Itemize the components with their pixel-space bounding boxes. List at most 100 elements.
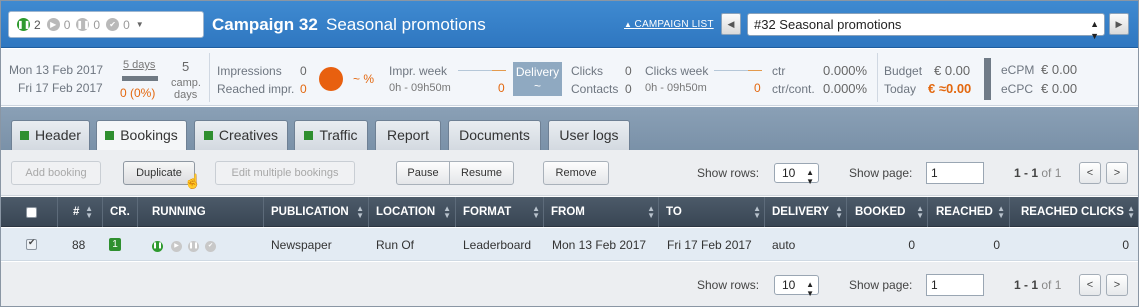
page-info: 1 - 1 of 1 bbox=[1014, 166, 1061, 180]
hand-cursor-icon: ☝ bbox=[184, 173, 202, 189]
page-total: 1 bbox=[1054, 278, 1062, 292]
column-header-label: FROM bbox=[551, 206, 585, 218]
running-pause-icon[interactable]: ❚❚ bbox=[152, 241, 163, 252]
ecpm-label: eCPM bbox=[1001, 63, 1035, 77]
camp-days-value: 5 bbox=[182, 59, 190, 74]
campaign-select[interactable]: #32 Seasonal promotions ▲ ▼ bbox=[747, 13, 1105, 41]
camp-days-label-2: days bbox=[174, 89, 198, 101]
page-total: 1 bbox=[1054, 166, 1062, 180]
edit-multiple-bookings-button[interactable]: Edit multiple bookings bbox=[215, 161, 355, 185]
impr-week-value: 0 bbox=[498, 81, 505, 95]
remove-button[interactable]: Remove bbox=[543, 161, 609, 185]
tab-user-logs[interactable]: User logs bbox=[548, 120, 630, 150]
ctr-value: 0.000% bbox=[823, 63, 868, 78]
campaign-list-link[interactable]: ▲ CAMPAIGN LIST bbox=[624, 19, 714, 30]
status-summary[interactable]: ❚❚ 2 ▶ 0 ❚❚ 0 ✔ 0 ▼ bbox=[8, 11, 204, 38]
page-number-input[interactable]: 1 bbox=[926, 162, 984, 184]
days-label: 5 days bbox=[123, 59, 156, 71]
running-count: 2 bbox=[34, 17, 41, 32]
rows-per-page-select[interactable]: 10 ▲ ▼ bbox=[774, 163, 819, 186]
row-format: Leaderboard bbox=[463, 238, 532, 252]
select-all-checkbox[interactable] bbox=[26, 207, 37, 218]
row-reached-clicks: 0 bbox=[1122, 238, 1129, 252]
column-header-publication[interactable]: PUBLICATION ▲ ▼ bbox=[263, 197, 367, 227]
campaign-list-label: CAMPAIGN LIST bbox=[634, 19, 714, 30]
impressions-pct: ~ % bbox=[353, 72, 375, 86]
campaign-window: ❚❚ 2 ▶ 0 ❚❚ 0 ✔ 0 ▼ Campaign 32 Seasonal… bbox=[0, 0, 1139, 307]
page-number-input[interactable]: 1 bbox=[926, 274, 984, 296]
column-header-reached-clicks[interactable]: REACHED CLICKS ▲ ▼ bbox=[1013, 197, 1138, 227]
tab-traffic[interactable]: Traffic bbox=[294, 120, 368, 150]
delivery-value: ~ bbox=[533, 79, 541, 93]
tab-creatives[interactable]: Creatives bbox=[194, 120, 288, 150]
status-square-icon bbox=[20, 131, 30, 140]
rows-per-page-value: 10 bbox=[782, 278, 796, 292]
ecpm-value: € 0.00 bbox=[1041, 62, 1078, 77]
page-info: 1 - 1 of 1 bbox=[1014, 278, 1061, 292]
tab-label: User logs bbox=[559, 127, 619, 143]
show-rows-label: Show rows: bbox=[697, 278, 760, 292]
paused-status-icon: ❚❚ bbox=[76, 18, 90, 31]
caret-up-icon: ▲ bbox=[624, 20, 635, 29]
sort-icon: ▲ ▼ bbox=[835, 204, 843, 220]
ecpc-value: € 0.00 bbox=[1041, 81, 1078, 96]
ctr-label: ctr bbox=[772, 64, 786, 78]
rows-per-page-value: 10 bbox=[782, 166, 796, 180]
reached-value: 0 bbox=[300, 82, 307, 96]
show-page-label: Show page: bbox=[849, 278, 913, 292]
column-header-format[interactable]: FORMAT ▲ ▼ bbox=[455, 197, 543, 227]
prev-page-button[interactable]: < bbox=[1079, 162, 1101, 184]
column-separator bbox=[1009, 197, 1010, 227]
resume-button[interactable]: Resume bbox=[449, 161, 514, 185]
paused-count: 0 bbox=[93, 17, 101, 32]
tab-report[interactable]: Report bbox=[375, 120, 441, 150]
creative-count-badge[interactable]: 1 bbox=[109, 238, 121, 251]
column-header-from[interactable]: FROM ▲ ▼ bbox=[543, 197, 658, 227]
page-subtitle: Seasonal promotions bbox=[326, 15, 486, 34]
play-icon[interactable]: ▶ bbox=[171, 241, 182, 252]
column-header-label: REACHED CLICKS bbox=[1021, 206, 1124, 218]
next-page-button[interactable]: > bbox=[1106, 274, 1128, 296]
tab-bookings[interactable]: Bookings bbox=[96, 120, 187, 151]
column-header-reached[interactable]: REACHED ▲ ▼ bbox=[928, 197, 1008, 227]
end-date: Fri 17 Feb 2017 bbox=[18, 81, 103, 95]
tab-label: Report bbox=[386, 127, 430, 143]
row-checkbox[interactable]: ✔ bbox=[26, 237, 37, 250]
tab-label: Bookings bbox=[120, 127, 178, 143]
reached-label: Reached impr. bbox=[217, 82, 295, 96]
column-header-running[interactable]: RUNNING bbox=[144, 197, 259, 227]
add-booking-button[interactable]: Add booking bbox=[11, 161, 101, 185]
pause-icon[interactable]: ❚❚ bbox=[188, 241, 199, 252]
column-header-label: TO bbox=[666, 206, 682, 218]
sort-icon: ▲ ▼ bbox=[356, 204, 364, 220]
pause-button[interactable]: Pause bbox=[396, 161, 450, 185]
rows-per-page-select[interactable]: 10 ▲ ▼ bbox=[774, 275, 819, 298]
column-separator bbox=[57, 197, 58, 227]
impr-week-label: Impr. week bbox=[389, 64, 448, 78]
tab-header[interactable]: Header bbox=[11, 120, 90, 150]
column-header-delivery[interactable]: DELIVERY ▲ ▼ bbox=[764, 197, 846, 227]
today-label: Today bbox=[884, 82, 917, 96]
next-campaign-button[interactable]: ▶ bbox=[1109, 13, 1129, 35]
column-header-booked[interactable]: BOOKED ▲ ▼ bbox=[847, 197, 927, 227]
row-from: Mon 13 Feb 2017 bbox=[552, 238, 647, 252]
prev-campaign-button[interactable]: ◀ bbox=[721, 13, 741, 35]
page-range: 1 - 1 bbox=[1014, 278, 1039, 292]
page-title: Campaign 32 bbox=[212, 15, 318, 34]
column-header-cr[interactable]: CR. bbox=[102, 197, 137, 227]
column-header-id[interactable]: # ▲ ▼ bbox=[65, 197, 103, 227]
row-reached: 0 bbox=[993, 238, 1000, 252]
sort-icon: ▲ ▼ bbox=[1127, 204, 1135, 220]
clicks-label: Clicks bbox=[571, 64, 603, 78]
delivery-label: Delivery bbox=[515, 65, 560, 79]
column-header-location[interactable]: LOCATION ▲ ▼ bbox=[368, 197, 454, 227]
days-progress-bar bbox=[122, 76, 158, 81]
tab-documents[interactable]: Documents bbox=[448, 120, 541, 150]
column-header-to[interactable]: TO ▲ ▼ bbox=[658, 197, 764, 227]
check-icon[interactable]: ✔ bbox=[205, 241, 216, 252]
sort-icon: ▲ ▼ bbox=[997, 204, 1005, 220]
prev-page-button[interactable]: < bbox=[1079, 274, 1101, 296]
chevron-right-icon: ▶ bbox=[1115, 19, 1123, 29]
next-page-button[interactable]: > bbox=[1106, 162, 1128, 184]
column-separator bbox=[137, 197, 138, 227]
